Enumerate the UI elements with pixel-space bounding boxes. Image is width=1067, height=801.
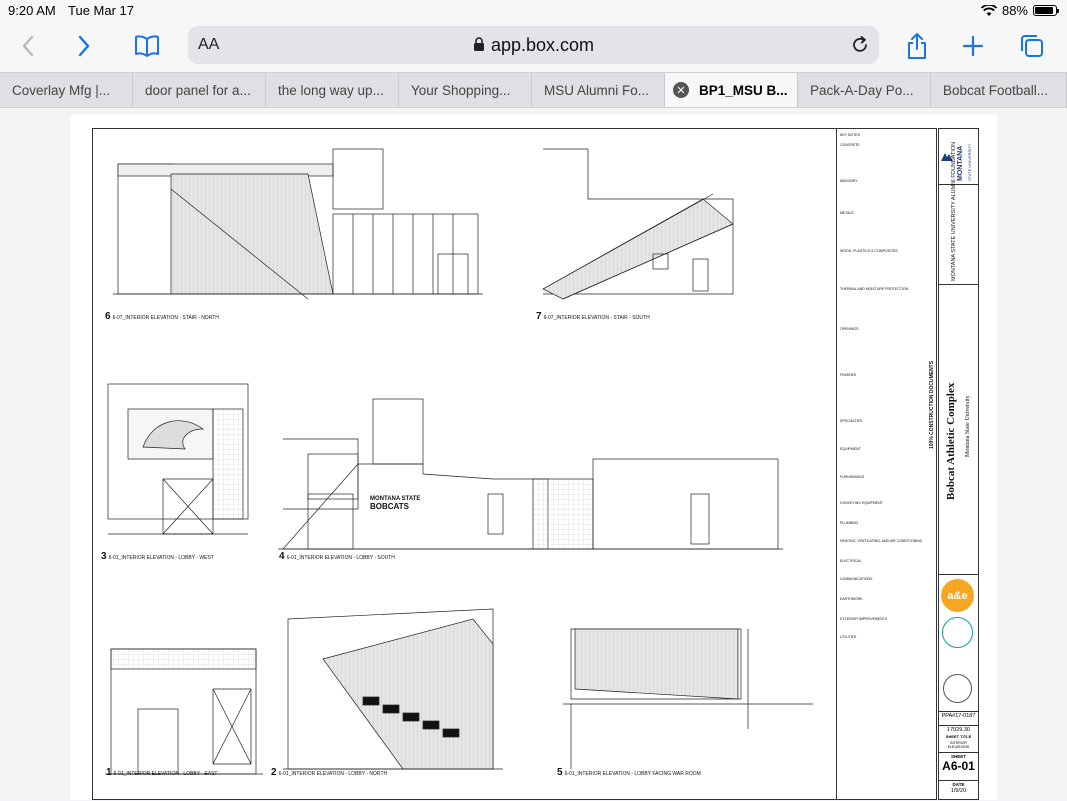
spec-item: WOOD, PLASTICS & COMPOSITES <box>840 249 898 253</box>
architect-seal <box>943 674 972 703</box>
consultant-logo <box>942 617 973 648</box>
sheet-title: INTERIOR ELEVATIONS <box>947 741 970 749</box>
spec-item: UTILITIES <box>840 635 857 639</box>
view-label-1: 1 6-01_INTERIOR ELEVATION - LOBBY - EAST <box>106 767 218 778</box>
reload-icon[interactable] <box>849 34 871 56</box>
view-label-7: 7 6-07_INTERIOR ELEVATION - STAIR - SOUTH <box>536 311 650 322</box>
tab-label: BP1_MSU B... <box>699 82 788 98</box>
spec-item: ELECTRICAL <box>840 559 862 563</box>
chevron-left-icon <box>22 35 34 57</box>
spec-item: CONCRETE <box>840 143 860 147</box>
spec-item: PLUMBING <box>840 521 859 525</box>
spec-item: EQUIPMENT <box>840 447 861 451</box>
spec-item: CONVEYING EQUIPMENT <box>840 501 883 505</box>
url-text: app.box.com <box>490 35 595 55</box>
status-right: 88% <box>980 3 1059 18</box>
date-label: DATE <box>939 780 978 787</box>
spec-item: KEY NOTES <box>840 133 860 137</box>
tab-shopping[interactable]: Your Shopping... <box>399 73 532 107</box>
tab-label: Pack-A-Day Po... <box>810 82 914 98</box>
spec-item: SPECIALTIES <box>840 419 863 423</box>
project-name: Bobcat Athletic Complex <box>945 382 957 500</box>
back-button[interactable] <box>12 30 44 62</box>
share-icon <box>908 33 926 59</box>
bookmarks-button[interactable] <box>131 30 163 62</box>
tab-pack-a-day[interactable]: Pack-A-Day Po... <box>798 73 931 107</box>
view-label-4: 4 6-01_INTERIOR ELEVATION - LOBBY - SOUTH <box>279 551 395 562</box>
tab-long-way-up[interactable]: the long way up... <box>266 73 399 107</box>
close-tab-icon[interactable]: ✕ <box>673 82 689 98</box>
tab-bp1-msu[interactable]: ✕ BP1_MSU B... <box>665 73 798 107</box>
spec-item: EARTHWORK <box>840 597 863 601</box>
msu-logo: MONTANA STATE UNIVERSITY <box>939 129 978 185</box>
status-bar: 9:20 AM Tue Mar 17 88% <box>0 0 1067 22</box>
spec-item: THERMAL AND MOISTURE PROTECTION <box>840 287 909 291</box>
sheet-number: A6-01 <box>942 759 975 773</box>
ppa-number: PPA#17-0187 <box>939 711 978 719</box>
book-icon <box>135 35 159 57</box>
tabs-icon <box>1021 35 1043 57</box>
url-display[interactable]: app.box.com <box>188 35 879 56</box>
chevron-right-icon <box>78 35 90 57</box>
foundation-name: MONTANA STATE UNIVERSITY ALUMNI FOUNDATI… <box>951 141 957 281</box>
view-label-6: 6 6-07_INTERIOR ELEVATION - STAIR - NORTH <box>105 311 219 322</box>
tab-msu-alumni[interactable]: MSU Alumni Fo... <box>532 73 665 107</box>
document-viewer[interactable]: MONTANA STATE BOBCATS 6 6-07_INTERIOR ELE… <box>0 108 1067 800</box>
tab-label: the long way up... <box>278 82 384 98</box>
battery-fill <box>1035 7 1053 14</box>
new-tab-button[interactable] <box>957 30 989 62</box>
spec-item: HEATING, VENTILATING, AND AIR CONDITIONI… <box>840 539 923 543</box>
tab-bar: Coverlay Mfg |... door panel for a... th… <box>0 72 1067 108</box>
wifi-icon <box>980 4 997 16</box>
tab-bobcat-football[interactable]: Bobcat Football... <box>931 73 1067 107</box>
project-block: Bobcat Athletic Complex Montana State Un… <box>939 285 978 575</box>
sheet-label: SHEET <box>939 752 978 759</box>
msu-wordmark-2: STATE UNIVERSITY <box>967 143 972 181</box>
sheet-title-label: SHEET TITLE <box>945 734 972 739</box>
drawing-area: MONTANA STATE BOBCATS 6 6-07_INTERIOR ELE… <box>92 128 837 800</box>
client-name: Montana State University <box>965 395 971 457</box>
spec-notes: KEY NOTES CONCRETE MASONRY METALS WOOD, … <box>837 128 937 800</box>
elevations-linework: MONTANA STATE BOBCATS <box>105 148 813 775</box>
spec-item: EXTERIOR IMPROVEMENTS <box>840 617 888 621</box>
tabs-overview-button[interactable] <box>1016 30 1048 62</box>
battery-percent: 88% <box>1001 3 1028 18</box>
project-number: 17029.30 <box>939 725 978 733</box>
document-type: 100% CONSTRUCTION DOCUMENTS <box>929 360 935 449</box>
view-label-3: 3 6-01_INTERIOR ELEVATION - LOBBY - WEST <box>101 551 214 562</box>
signage-line2: BOBCATS <box>370 502 410 511</box>
spec-item: FINISHES <box>840 373 857 377</box>
view-label-5: 5 6-01_INTERIOR ELEVATION - LOBBY FACING … <box>557 767 701 778</box>
tab-label: door panel for a... <box>145 82 251 98</box>
share-button[interactable] <box>901 30 933 62</box>
status-date: Tue Mar 17 <box>68 3 134 18</box>
spec-item: MASONRY <box>840 179 858 183</box>
tab-label: Your Shopping... <box>411 82 511 98</box>
drawing-sheet: MONTANA STATE BOBCATS 6 6-07_INTERIOR ELE… <box>70 115 997 800</box>
spec-item: FURNISHINGS <box>840 475 865 479</box>
spec-item: COMMUNICATIONS <box>840 577 873 581</box>
tab-label: MSU Alumni Fo... <box>544 82 650 98</box>
tab-label: Coverlay Mfg |... <box>12 82 111 98</box>
architect-logo: a&e <box>941 579 974 612</box>
browser-toolbar: AA app.box.com <box>0 22 1067 72</box>
tab-label: Bobcat Football... <box>943 82 1049 98</box>
address-bar[interactable]: AA app.box.com <box>188 26 879 64</box>
spec-item: METALS <box>840 211 854 215</box>
sheet-date: 1/9/20 <box>950 788 967 794</box>
tab-coverlay[interactable]: Coverlay Mfg |... <box>0 73 133 107</box>
title-block: MONTANA STATE UNIVERSITY MONTANA STATE U… <box>938 128 979 800</box>
lock-icon <box>473 37 484 51</box>
msu-wordmark-1: MONTANA <box>957 145 964 181</box>
foundation-block: MONTANA STATE UNIVERSITY ALUMNI FOUNDATI… <box>939 142 978 285</box>
forward-button[interactable] <box>68 30 100 62</box>
plus-icon <box>962 35 984 57</box>
status-time: 9:20 AM <box>8 3 56 18</box>
tab-door-panel[interactable]: door panel for a... <box>133 73 266 107</box>
battery-icon <box>1033 5 1059 16</box>
spec-item: OPENINGS <box>840 327 859 331</box>
view-label-2: 2 6-01_INTERIOR ELEVATION - LOBBY - NORTH <box>271 767 388 778</box>
